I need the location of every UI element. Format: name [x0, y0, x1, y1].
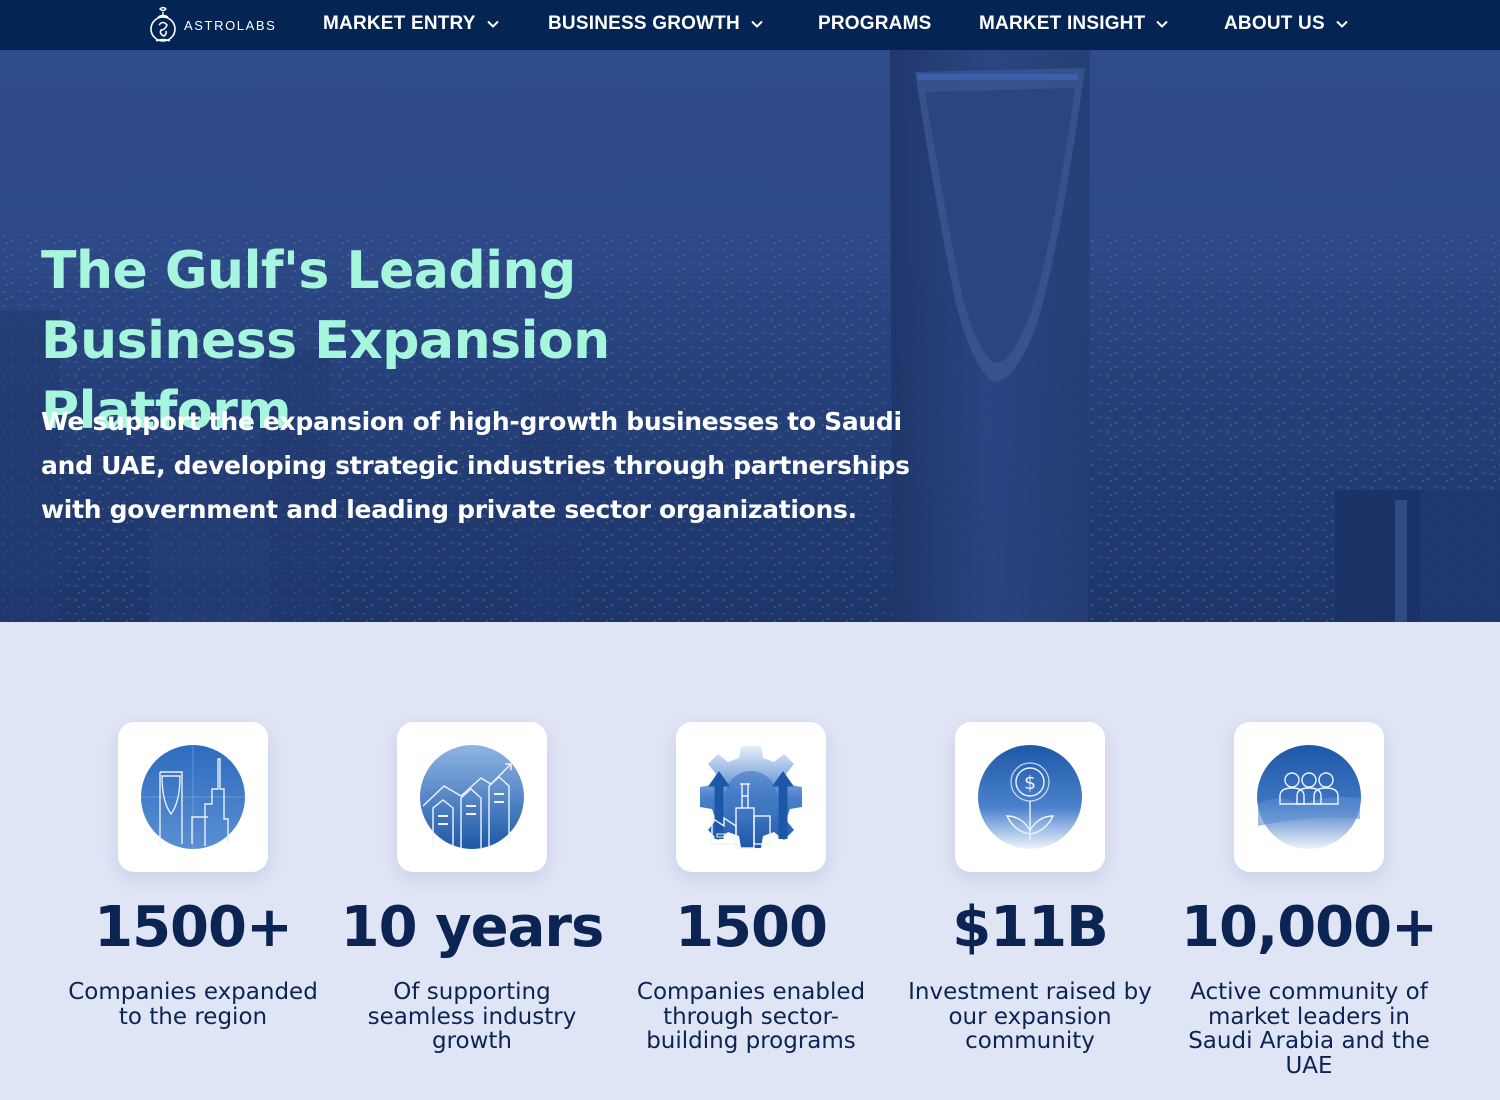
nav-market-insight[interactable]: MARKET INSIGHT	[979, 13, 1169, 35]
stat-label: Of supporting seamless industry growth	[367, 979, 577, 1054]
gulf-skyline-icon	[141, 745, 245, 849]
stat-value: $11B	[952, 895, 1109, 960]
stat-value: 1500+	[94, 895, 293, 960]
stat-years-supporting: 10 years Of supporting seamless industry…	[332, 722, 612, 1054]
chevron-down-icon	[1156, 20, 1169, 28]
svg-text:$: $	[1024, 772, 1036, 794]
chevron-down-icon	[486, 20, 499, 28]
stat-active-community: 10,000+ Active community of market leade…	[1169, 722, 1449, 1078]
stat-value: 1500	[675, 895, 828, 960]
investment-coin-icon: $	[978, 745, 1082, 849]
stat-value: 10,000+	[1180, 895, 1438, 960]
hero-subtitle: We support the expansion of high-growth …	[41, 407, 910, 524]
stat-label: Companies expanded to the region	[68, 979, 318, 1030]
stat-value: 10 years	[340, 895, 605, 960]
growth-chart-icon	[420, 745, 524, 849]
stat-label: Investment raised by our expansion commu…	[908, 979, 1152, 1054]
stat-label: Active community of market leaders in Sa…	[1188, 979, 1430, 1079]
stat-icon-card: $	[955, 722, 1105, 872]
nav-programs[interactable]: PROGRAMS	[818, 13, 932, 35]
stat-label: Companies enabled through sector-buildin…	[636, 979, 866, 1054]
top-navigation: ASTROLABS MARKET ENTRY BUSINESS GROWTH P…	[0, 0, 1500, 50]
stats-section: 1500+ Companies expanded to the region 1…	[0, 622, 1500, 1100]
nav-about-us[interactable]: ABOUT US	[1224, 13, 1349, 35]
industry-gear-icon	[700, 746, 802, 849]
stat-companies-expanded: 1500+ Companies expanded to the region	[53, 722, 333, 1029]
nav-label: PROGRAMS	[818, 13, 932, 34]
astrolabe-icon	[150, 6, 176, 42]
nav-business-growth[interactable]: BUSINESS GROWTH	[548, 13, 764, 35]
nav-market-entry[interactable]: MARKET ENTRY	[323, 13, 500, 35]
stat-icon-card	[397, 722, 547, 872]
stat-icon-card	[1234, 722, 1384, 872]
chevron-down-icon	[751, 20, 763, 28]
astrolabs-logo[interactable]: ASTROLABS	[148, 3, 276, 47]
nav-label: ABOUT US	[1224, 13, 1325, 34]
community-people-icon	[1257, 745, 1361, 849]
stat-icon-card	[118, 722, 268, 872]
stat-icon-card	[676, 722, 826, 872]
hero-section: The Gulf's Leading Business Expansion Pl…	[0, 50, 1500, 622]
stat-companies-enabled: 1500 Companies enabled through sector-bu…	[611, 722, 891, 1054]
chevron-down-icon	[1336, 20, 1348, 28]
nav-label: BUSINESS GROWTH	[548, 13, 740, 34]
nav-label: MARKET INSIGHT	[979, 13, 1146, 34]
nav-label: MARKET ENTRY	[323, 13, 476, 34]
brand-name: ASTROLABS	[184, 17, 277, 33]
stat-investment-raised: $ $11B Investment raised by our expansio…	[890, 722, 1170, 1054]
